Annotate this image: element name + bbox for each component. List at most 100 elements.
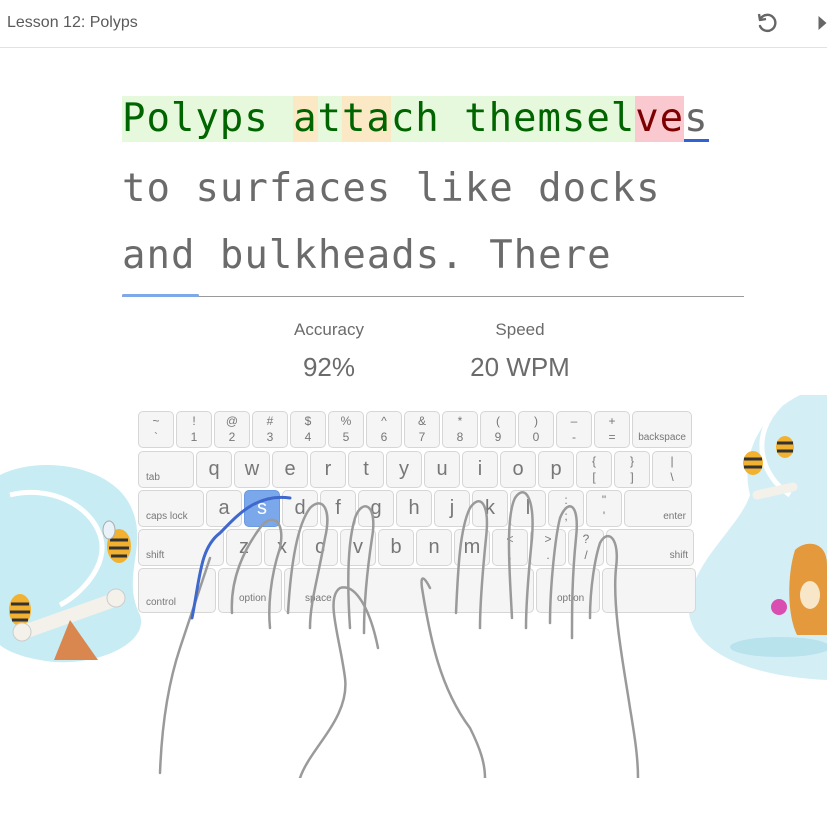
- typed-char: m: [537, 96, 562, 142]
- accuracy-value: 92%: [302, 352, 356, 382]
- key-tab[interactable]: tab: [138, 451, 194, 488]
- key-symbol[interactable]: | \: [652, 451, 692, 488]
- typed-char: s: [684, 96, 709, 142]
- key-label: w: [244, 458, 260, 480]
- key-shift-label: !: [192, 414, 196, 428]
- typed-char: P: [122, 96, 147, 142]
- key-shift-label: ^: [381, 414, 387, 428]
- key-symbol[interactable]: – -: [556, 411, 592, 448]
- key-label: 8: [456, 430, 464, 444]
- key-symbol[interactable]: $4: [290, 411, 326, 448]
- key-label: 9: [494, 430, 502, 444]
- typed-char: a: [366, 96, 391, 142]
- key-symbol[interactable]: + =: [594, 411, 630, 448]
- accuracy-label: Accuracy: [294, 320, 364, 339]
- key-o[interactable]: o: [500, 451, 536, 488]
- text-line-1: Polyps attach themselves: [122, 96, 709, 144]
- typed-char: [439, 96, 465, 142]
- key-shift-label: +: [608, 414, 616, 428]
- key-symbol[interactable]: (9: [480, 411, 516, 448]
- key-shift-label: %: [340, 414, 352, 428]
- key-label: shift: [669, 550, 688, 561]
- key-label: y: [399, 458, 409, 480]
- key-w[interactable]: w: [234, 451, 270, 488]
- key-label: p: [550, 458, 562, 480]
- typed-char: t: [317, 96, 342, 142]
- text-line-3: and bulkheads. There: [122, 233, 612, 278]
- typing-area[interactable]: Polyps attach themselves to surfaces lik…: [122, 88, 744, 298]
- accuracy-stat: Accuracy 92%: [259, 320, 399, 383]
- key-symbol[interactable]: * 8: [442, 411, 478, 448]
- key-label: r: [324, 458, 332, 480]
- typed-char: l: [170, 96, 196, 142]
- key-symbol[interactable]: & 7: [404, 411, 440, 448]
- key-r[interactable]: r: [310, 451, 346, 488]
- key-symbol[interactable]: ) 0: [518, 411, 554, 448]
- typed-char: h: [488, 96, 514, 142]
- key-label: \: [670, 470, 674, 484]
- key-t[interactable]: t: [348, 451, 384, 488]
- typed-char: [268, 96, 294, 142]
- key-u[interactable]: u: [424, 451, 460, 488]
- key-shift-label: |: [670, 454, 674, 468]
- key-symbol[interactable]: {[: [576, 451, 612, 488]
- typed-char: a: [293, 96, 318, 142]
- key-label: q: [208, 458, 220, 480]
- key-symbol[interactable]: ^ 6: [366, 411, 402, 448]
- key-label: 0: [532, 430, 540, 444]
- key-e[interactable]: e: [272, 451, 308, 488]
- key-q[interactable]: q: [196, 451, 232, 488]
- key-label: i: [477, 458, 483, 480]
- top-bar: Lesson 12: Polyps: [0, 0, 827, 48]
- key-p[interactable]: p: [538, 451, 574, 488]
- key-symbol[interactable]: #3: [252, 411, 288, 448]
- typed-char: l: [610, 96, 636, 142]
- typed-char: c: [390, 96, 416, 142]
- key-label: 3: [266, 430, 274, 444]
- progress-track: [122, 296, 744, 297]
- key-label: -: [572, 430, 576, 444]
- skip-next-icon[interactable]: [810, 10, 827, 36]
- key-label: =: [608, 430, 616, 444]
- key-y[interactable]: y: [386, 451, 422, 488]
- key-shift-label: }: [629, 454, 634, 468]
- key-shift-label: {: [591, 454, 596, 468]
- typed-char: s: [244, 96, 269, 142]
- key-symbol[interactable]: @2: [214, 411, 250, 448]
- key-label: t: [363, 458, 369, 480]
- key-label: enter: [663, 511, 686, 522]
- key-symbol[interactable]: ~ `: [138, 411, 174, 448]
- key-backspace[interactable]: backspace: [632, 411, 692, 448]
- typed-char: v: [635, 96, 660, 142]
- speed-stat: Speed 20 WPM: [450, 320, 590, 383]
- speed-value: 20 WPM: [470, 352, 570, 382]
- key-label: ]: [630, 470, 634, 484]
- key-label: 4: [304, 430, 312, 444]
- key-shift-label: –: [570, 414, 578, 428]
- key-i[interactable]: i: [462, 451, 498, 488]
- key-shift-label: ): [534, 414, 538, 428]
- key-shift-label: @: [225, 414, 239, 428]
- key-symbol[interactable]: }]: [614, 451, 650, 488]
- key-symbol[interactable]: % 5: [328, 411, 364, 448]
- text-line-2: to surfaces like docks: [122, 166, 661, 211]
- key-shift-label: ~: [152, 414, 160, 428]
- key-label: [: [592, 470, 596, 484]
- key-shift-label: &: [417, 414, 426, 428]
- typed-char: p: [219, 96, 245, 142]
- bee-bone-seesaw-illustration: [9, 520, 131, 660]
- typed-char: t: [341, 96, 367, 142]
- key-shift-label: (: [496, 414, 500, 428]
- hands-guide-illustration: [158, 491, 640, 778]
- key-symbol[interactable]: ! 1: [176, 411, 212, 448]
- key-label: backspace: [638, 432, 686, 443]
- bees-dog-illustration: [743, 436, 827, 635]
- key-label: 1: [190, 430, 198, 444]
- typed-char: o: [146, 96, 171, 142]
- typed-char: h: [415, 96, 440, 142]
- typed-char: e: [586, 96, 611, 142]
- key-label: `: [154, 430, 158, 444]
- key-shift-label: $: [304, 414, 312, 428]
- restart-icon[interactable]: [754, 10, 780, 36]
- key-shift-label: #: [266, 414, 274, 428]
